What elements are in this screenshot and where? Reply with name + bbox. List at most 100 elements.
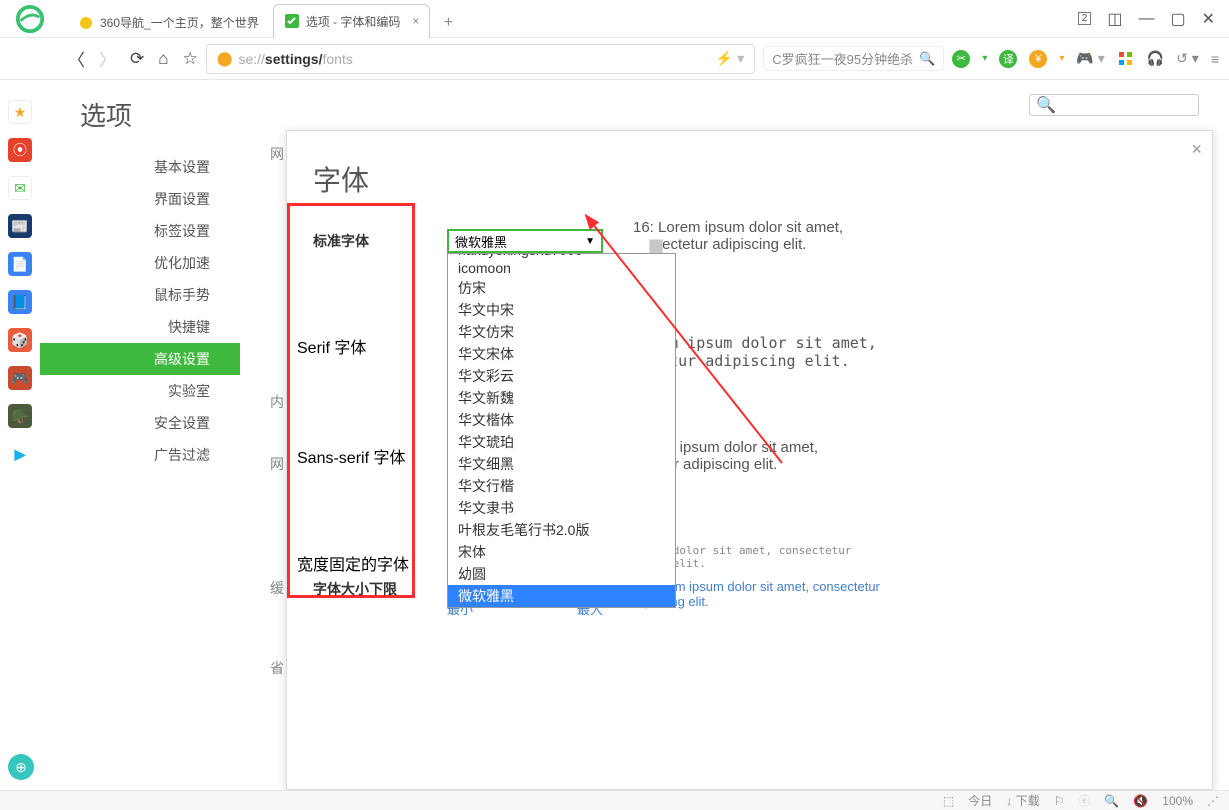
font-option[interactable]: 华文彩云 (448, 365, 675, 387)
titlebar: 360导航_一个主页，整个世界 选项 - 字体和编码 × + 2 ◫ — ▢ ✕ (0, 0, 1229, 38)
font-option[interactable]: 华文琥珀 (448, 431, 675, 453)
sidenav-item[interactable]: 快捷键 (40, 311, 240, 343)
app-game1[interactable]: 🎲 (8, 328, 32, 352)
app-book[interactable]: 📘 (8, 290, 32, 314)
app-game2[interactable]: 🎮 (8, 366, 32, 390)
select-value: 微软雅黑 (455, 232, 507, 251)
sidenav-item[interactable]: 界面设置 (40, 183, 240, 215)
status-zoom-out[interactable]: 🔍 (1104, 794, 1119, 808)
tab-1[interactable]: 选项 - 字体和编码 × (273, 4, 431, 38)
status-resize-grip[interactable]: ⋰ (1207, 794, 1219, 808)
font-select[interactable]: 微软雅黑 ▼ (447, 229, 603, 253)
sans-font-label: Sans-serif 字体 (297, 444, 405, 468)
favorite-button[interactable]: ☆ (183, 49, 198, 69)
window-controls: 2 ◫ — ▢ ✕ (1064, 9, 1229, 29)
app-mail[interactable]: ✉ (8, 176, 32, 200)
search-icon: 🔍 (1036, 95, 1056, 115)
close-window-button[interactable]: ✕ (1202, 9, 1215, 29)
headphone-icon[interactable]: 🎧 (1147, 50, 1164, 67)
minimize-button[interactable]: — (1138, 10, 1154, 28)
app-weibo[interactable]: ⦿ (8, 138, 32, 162)
status-mute-icon[interactable]: 🔇 (1133, 794, 1148, 808)
status-e-icon[interactable]: ⓔ (1078, 792, 1090, 809)
url-field[interactable]: ⬤ se://settings/fonts ⚡ ▾ (206, 44, 755, 74)
app-favorites[interactable]: ★ (8, 100, 32, 124)
font-option[interactable]: 华文行楷 (448, 475, 675, 497)
undo-icon[interactable]: ↺ ▾ (1176, 50, 1199, 67)
tab-0[interactable]: 360导航_一个主页，整个世界 (68, 8, 269, 38)
sidenav-item[interactable]: 安全设置 (40, 407, 240, 439)
skin-icon[interactable]: ◫ (1107, 9, 1122, 29)
modal-title: 字体 (287, 131, 1212, 209)
bg-section-label: 网 (270, 454, 284, 474)
font-option[interactable]: 华文细黑 (448, 453, 675, 475)
shield-icon: ⬤ (217, 50, 233, 67)
status-today[interactable]: 今日 (968, 792, 992, 809)
status-zoom-label: 100% (1162, 794, 1193, 808)
font-option[interactable]: 宋体 (448, 541, 675, 563)
status-download[interactable]: ↓ 下载 (1006, 792, 1039, 809)
reload-button[interactable]: ⟳ (130, 49, 144, 69)
grid-icon[interactable] (1117, 50, 1135, 68)
game-icon[interactable]: 🎮 ▾ (1076, 50, 1104, 67)
sidenav-item[interactable]: 广告过滤 (40, 439, 240, 471)
font-option[interactable]: 华文隶书 (448, 497, 675, 519)
close-modal-button[interactable]: × (1191, 139, 1202, 160)
tab-label: 360导航_一个主页，整个世界 (100, 14, 259, 31)
status-flag-icon[interactable]: ⚐ (1054, 794, 1065, 808)
forward-button[interactable]: 〉 (99, 46, 116, 71)
app-game3[interactable]: 🪖 (8, 404, 32, 428)
address-bar: 〈 〉 ⟳ ⌂ ☆ ⬤ se://settings/fonts ⚡ ▾ C罗疯狂… (0, 38, 1229, 80)
hot-search-text: C罗疯狂一夜95分钟绝杀 (772, 49, 913, 68)
assistant-float-button[interactable]: ⊕ (8, 754, 34, 780)
settings-title: 选项 (40, 90, 240, 151)
settings-sidenav: 选项 基本设置 界面设置 标签设置 优化加速 鼠标手势 快捷键 高级设置 实验室… (40, 80, 240, 790)
font-option[interactable]: 仿宋 (448, 277, 675, 299)
tab-strip: 360导航_一个主页，整个世界 选项 - 字体和编码 × + (68, 0, 1064, 38)
coin-icon[interactable]: ¥ (1029, 50, 1047, 68)
tab-count-badge: 2 (1078, 12, 1092, 25)
min-font-size-label: 字体大小下限 (313, 579, 423, 599)
standard-font-label: 标准字体 (313, 229, 423, 251)
font-option[interactable]: 华文楷体 (448, 409, 675, 431)
sidenav-item-active[interactable]: 高级设置 (40, 343, 240, 375)
font-option[interactable]: 华文中宋 (448, 299, 675, 321)
font-option[interactable]: icomoon (448, 259, 675, 277)
font-option[interactable]: 华文宋体 (448, 343, 675, 365)
fixed-font-label: 宽度固定的字体 (297, 551, 409, 575)
app-pptv[interactable]: ▶ (8, 442, 32, 466)
settings-search[interactable]: 🔍 (1029, 94, 1199, 116)
new-tab-button[interactable]: + (434, 8, 462, 38)
menu-icon[interactable]: ≡ (1211, 51, 1219, 67)
app-doc[interactable]: 📄 (8, 252, 32, 276)
home-button[interactable]: ⌂ (158, 49, 168, 69)
font-option[interactable]: 微软雅黑 (448, 585, 675, 607)
min-font-size-section: 字体大小下限 最小 最大 12: Lorem ipsum dolor sit a… (313, 579, 1186, 618)
scissors-icon[interactable]: ✂ (952, 50, 970, 68)
bg-section-label: 网 (270, 144, 284, 164)
font-option[interactable]: 华文新魏 (448, 387, 675, 409)
annotation-red-box (287, 203, 415, 598)
standard-font-select-wrap: 微软雅黑 ▼ WingdingsWingdings 2Wingdings 3ha… (447, 229, 603, 253)
app-news[interactable]: 📰 (8, 214, 32, 238)
modal-body: 标准字体 微软雅黑 ▼ WingdingsWingdings 2Wingding… (287, 209, 1212, 273)
font-option[interactable]: 叶根友毛笔行书2.0版 (448, 519, 675, 541)
sidenav-item[interactable]: 鼠标手势 (40, 279, 240, 311)
close-icon[interactable]: × (412, 14, 419, 28)
sidenav-item[interactable]: 基本设置 (40, 151, 240, 183)
sidenav-item[interactable]: 优化加速 (40, 247, 240, 279)
translate-icon[interactable]: 译 (999, 50, 1017, 68)
maximize-button[interactable]: ▢ (1170, 9, 1185, 29)
status-cube-icon[interactable]: ⬚ (943, 794, 954, 808)
favicon-settings (284, 13, 300, 29)
font-dropdown[interactable]: WingdingsWingdings 2Wingdings 3hakuyoxin… (447, 253, 676, 608)
sidenav-item[interactable]: 实验室 (40, 375, 240, 407)
back-button[interactable]: 〈 (68, 46, 85, 71)
sidenav-item[interactable]: 标签设置 (40, 215, 240, 247)
font-option[interactable]: 华文仿宋 (448, 321, 675, 343)
bg-section-label: 省 (270, 658, 284, 678)
search-icon: 🔍 (919, 51, 935, 67)
font-option[interactable]: 幼圆 (448, 563, 675, 585)
hot-search[interactable]: C罗疯狂一夜95分钟绝杀 🔍 (763, 46, 944, 71)
flash-icon[interactable]: ⚡ ▾ (716, 50, 744, 67)
